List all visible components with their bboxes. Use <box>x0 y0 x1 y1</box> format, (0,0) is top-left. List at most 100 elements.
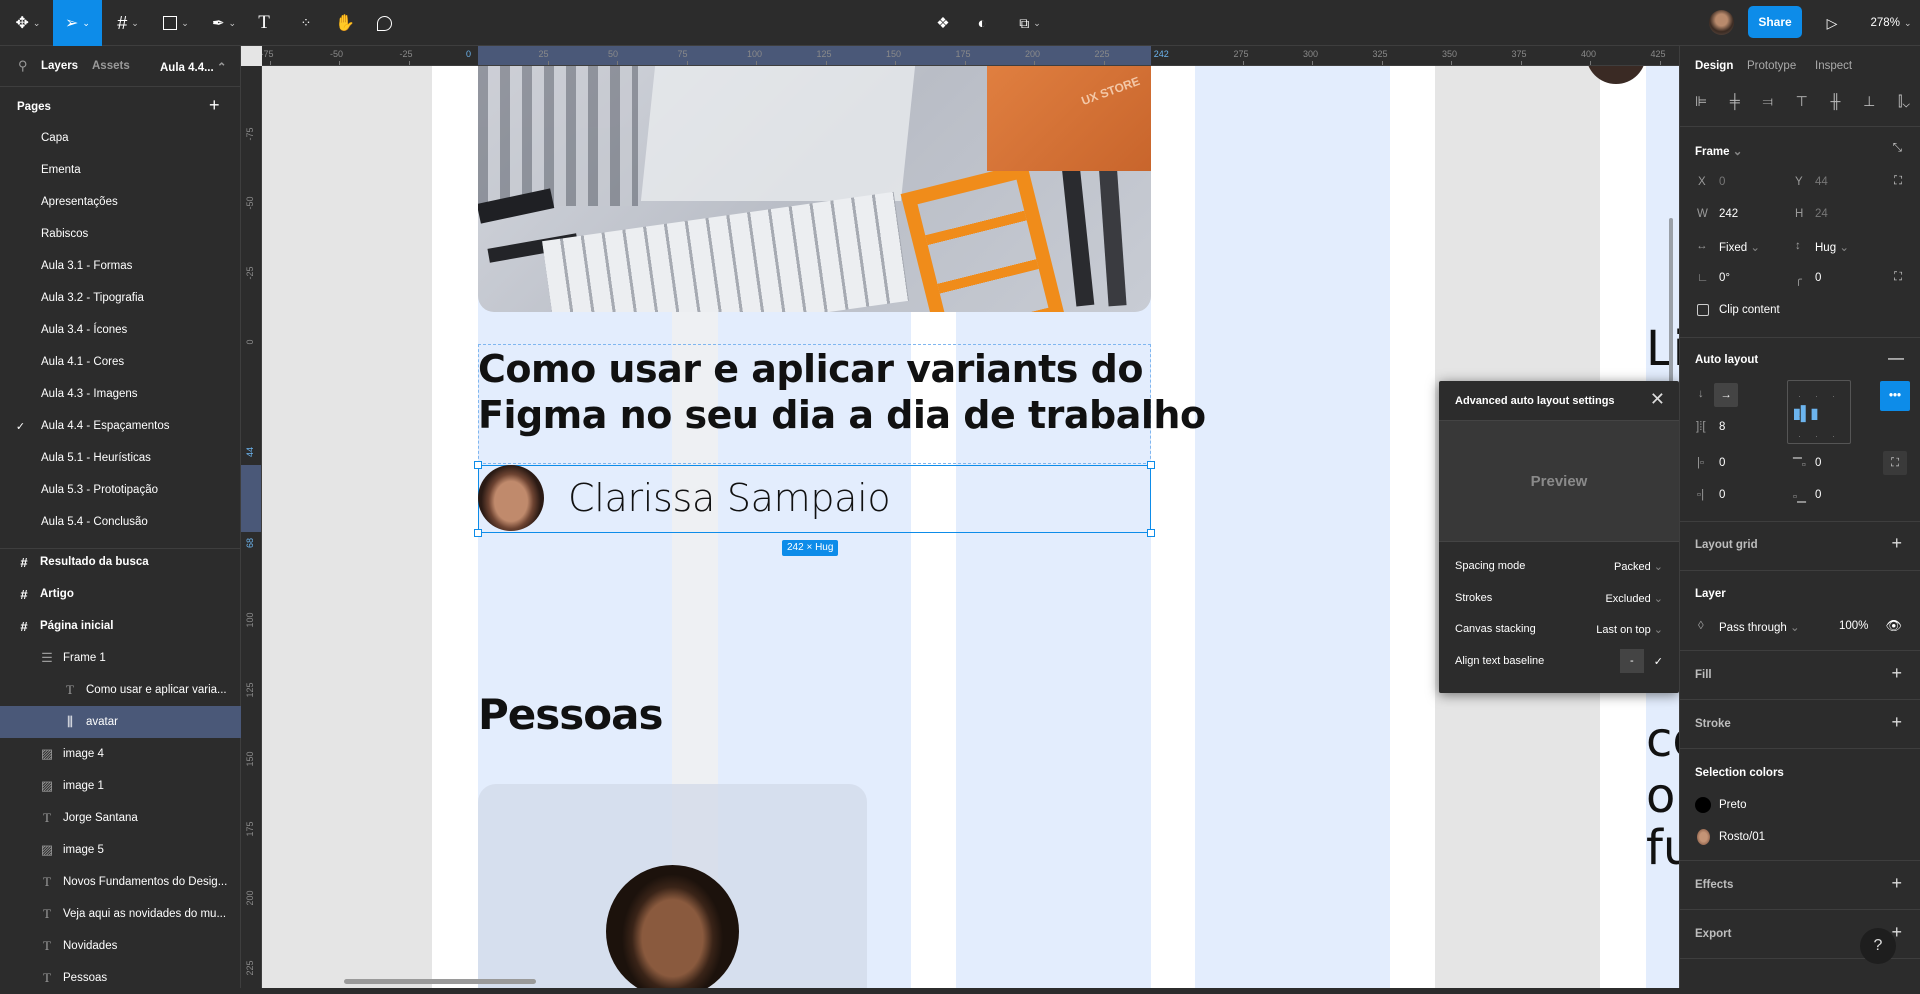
present-button[interactable]: ▷ <box>1822 0 1842 46</box>
individual-padding-button[interactable]: ⛶ <box>1883 451 1907 475</box>
align-right-icon[interactable]: ⫤ <box>1762 93 1773 110</box>
padding-left-input[interactable]: 0 <box>1719 457 1725 469</box>
page-item[interactable]: Aula 3.1 - Formas <box>0 250 241 282</box>
layer-item[interactable]: ▨ image 4 <box>0 738 241 770</box>
layer-item[interactable]: T Novos Fundamentos do Desig... <box>0 866 241 898</box>
shape-tool-button[interactable]: ⌄ <box>158 0 194 46</box>
remove-auto-layout-button[interactable]: — <box>1888 350 1904 368</box>
layer-item[interactable]: ⫼ avatar <box>0 706 241 738</box>
resize-handle[interactable] <box>474 529 482 537</box>
layer-item[interactable]: ▨ image 5 <box>0 834 241 866</box>
h-input[interactable]: 24 <box>1815 208 1828 220</box>
layer-item[interactable]: # Artigo <box>0 578 241 610</box>
page-item[interactable]: Ementa <box>0 154 241 186</box>
avatar-frame-selected[interactable]: Clarissa Sampaio <box>474 461 1155 537</box>
layer-item[interactable]: T Jorge Santana <box>0 802 241 834</box>
add-stroke-button[interactable]: + <box>1891 712 1902 733</box>
page-item[interactable]: Aula 5.3 - Prototipação <box>0 474 241 506</box>
spacing-mode-dropdown[interactable]: Packed ⌄ <box>1614 560 1663 573</box>
strokes-dropdown[interactable]: Excluded ⌄ <box>1605 592 1663 605</box>
help-button[interactable]: ? <box>1860 928 1896 964</box>
align-bottom-icon[interactable]: ⊥ <box>1863 93 1875 110</box>
partial-text-line[interactable]: or <box>1646 768 1679 824</box>
canvas-stacking-dropdown[interactable]: Last on top ⌄ <box>1596 623 1663 636</box>
page-item[interactable]: ✓ Aula 4.4 - Espaçamentos <box>0 410 241 442</box>
visibility-eye-icon[interactable]: 👁 <box>1885 618 1902 634</box>
partial-text-line[interactable]: Li <box>1646 321 1679 377</box>
page-item[interactable]: Aula 5.1 - Heurísticas <box>0 442 241 474</box>
page-item[interactable]: Capa <box>0 122 241 154</box>
y-input[interactable]: 44 <box>1815 176 1828 188</box>
layer-item[interactable]: T Novidades <box>0 930 241 962</box>
resize-handle[interactable] <box>474 461 482 469</box>
layer-item[interactable]: ▨ image 1 <box>0 770 241 802</box>
author-name[interactable]: Clarissa Sampaio <box>568 476 891 520</box>
padding-top-input[interactable]: 0 <box>1815 457 1821 469</box>
color-swatch-preto[interactable] <box>1695 797 1711 813</box>
check-icon[interactable]: ✓ <box>1654 655 1663 668</box>
partial-text-line[interactable]: fu <box>1646 820 1679 876</box>
page-item[interactable]: Aula 3.2 - Tipografia <box>0 282 241 314</box>
layer-item[interactable]: T Como usar e aplicar varia... <box>0 674 241 706</box>
resize-handle[interactable] <box>1147 529 1155 537</box>
tab-inspect[interactable]: Inspect <box>1815 60 1852 72</box>
align-top-icon[interactable]: ⊤ <box>1796 93 1808 110</box>
share-button[interactable]: Share <box>1748 6 1802 38</box>
x-input[interactable]: 0 <box>1719 176 1725 188</box>
article-image[interactable]: UX STORE <box>478 66 1151 312</box>
focus-icon[interactable]: ⛶ <box>1894 175 1902 188</box>
hand-tool-button[interactable]: ✋ <box>333 0 357 46</box>
pen-tool-button[interactable]: ✒ ⌄ <box>206 0 242 46</box>
page-item[interactable]: Apresentações <box>0 186 241 218</box>
tab-design[interactable]: Design <box>1695 60 1733 72</box>
text-tool-button[interactable]: T <box>254 0 274 46</box>
blend-mode-dropdown[interactable]: Pass through ⌄ <box>1719 620 1800 634</box>
mask-button[interactable]: ◐ <box>971 0 993 46</box>
layer-item[interactable]: T Pessoas <box>0 962 241 994</box>
page-item[interactable]: Aula 3.4 - Ícones <box>0 314 241 346</box>
frame-tool-button[interactable]: # ⌄ <box>110 0 146 46</box>
boolean-button[interactable]: ⧉ ⌄ <box>1012 0 1048 46</box>
figma-menu-button[interactable]: ✥ ⌄ <box>10 0 46 46</box>
page-item[interactable]: Rabiscos <box>0 218 241 250</box>
components-button[interactable]: ❖ <box>932 0 954 46</box>
distribute-icon[interactable]: ⫿⌄ <box>1898 93 1910 110</box>
vertical-sizing-dropdown[interactable]: Hug ⌄ <box>1815 240 1849 254</box>
person-card[interactable] <box>478 784 867 988</box>
resize-handle[interactable] <box>1147 461 1155 469</box>
layer-item[interactable]: # Resultado da busca <box>0 546 241 578</box>
align-left-icon[interactable]: ⊫ <box>1695 93 1707 110</box>
advanced-settings-button[interactable]: ••• <box>1880 381 1910 411</box>
horizontal-direction-button[interactable]: → <box>1714 383 1738 407</box>
article-heading[interactable]: Como usar e aplicar variants do Figma no… <box>478 346 1206 438</box>
color-name[interactable]: Preto <box>1719 799 1747 811</box>
close-icon[interactable]: ✕ <box>1650 389 1665 410</box>
align-center-h-icon[interactable]: ╪ <box>1730 93 1740 110</box>
author-avatar[interactable] <box>478 465 544 531</box>
partial-text-line[interactable]: co <box>1646 712 1679 768</box>
horizontal-scrollbar[interactable] <box>344 979 536 984</box>
spacing-input[interactable]: 8 <box>1719 421 1725 433</box>
add-effect-button[interactable]: + <box>1891 873 1902 894</box>
horizontal-sizing-dropdown[interactable]: Fixed ⌄ <box>1719 240 1760 254</box>
w-input[interactable]: 242 <box>1719 208 1738 220</box>
opacity-input[interactable]: 100% <box>1839 620 1868 632</box>
frame-section-title[interactable]: Frame ⌄ <box>1695 144 1742 158</box>
page-item[interactable]: Aula 4.1 - Cores <box>0 346 241 378</box>
section-title[interactable]: Pessoas <box>478 690 663 739</box>
align-center-v-icon[interactable]: ╫ <box>1831 93 1841 110</box>
tab-assets[interactable]: Assets <box>92 60 130 72</box>
clip-content-checkbox[interactable] <box>1697 304 1709 316</box>
layer-item[interactable]: ☰ Frame 1 <box>0 642 241 674</box>
color-name[interactable]: Rosto/01 <box>1719 831 1765 843</box>
add-fill-button[interactable]: + <box>1891 663 1902 684</box>
page-switcher[interactable]: Aula 4.4... ⌃ <box>160 60 227 74</box>
zoom-dropdown[interactable]: 278% ⌄ <box>1866 0 1916 46</box>
rotation-input[interactable]: 0° <box>1719 272 1730 284</box>
page-item[interactable]: Aula 5.4 - Conclusão <box>0 506 241 538</box>
search-icon[interactable]: ⚲ <box>18 58 28 74</box>
comment-button[interactable] <box>372 0 396 46</box>
layer-item[interactable]: T Veja aqui as novidades do mu... <box>0 898 241 930</box>
vertical-scrollbar[interactable] <box>1669 218 1673 404</box>
padding-bottom-input[interactable]: 0 <box>1815 489 1821 501</box>
